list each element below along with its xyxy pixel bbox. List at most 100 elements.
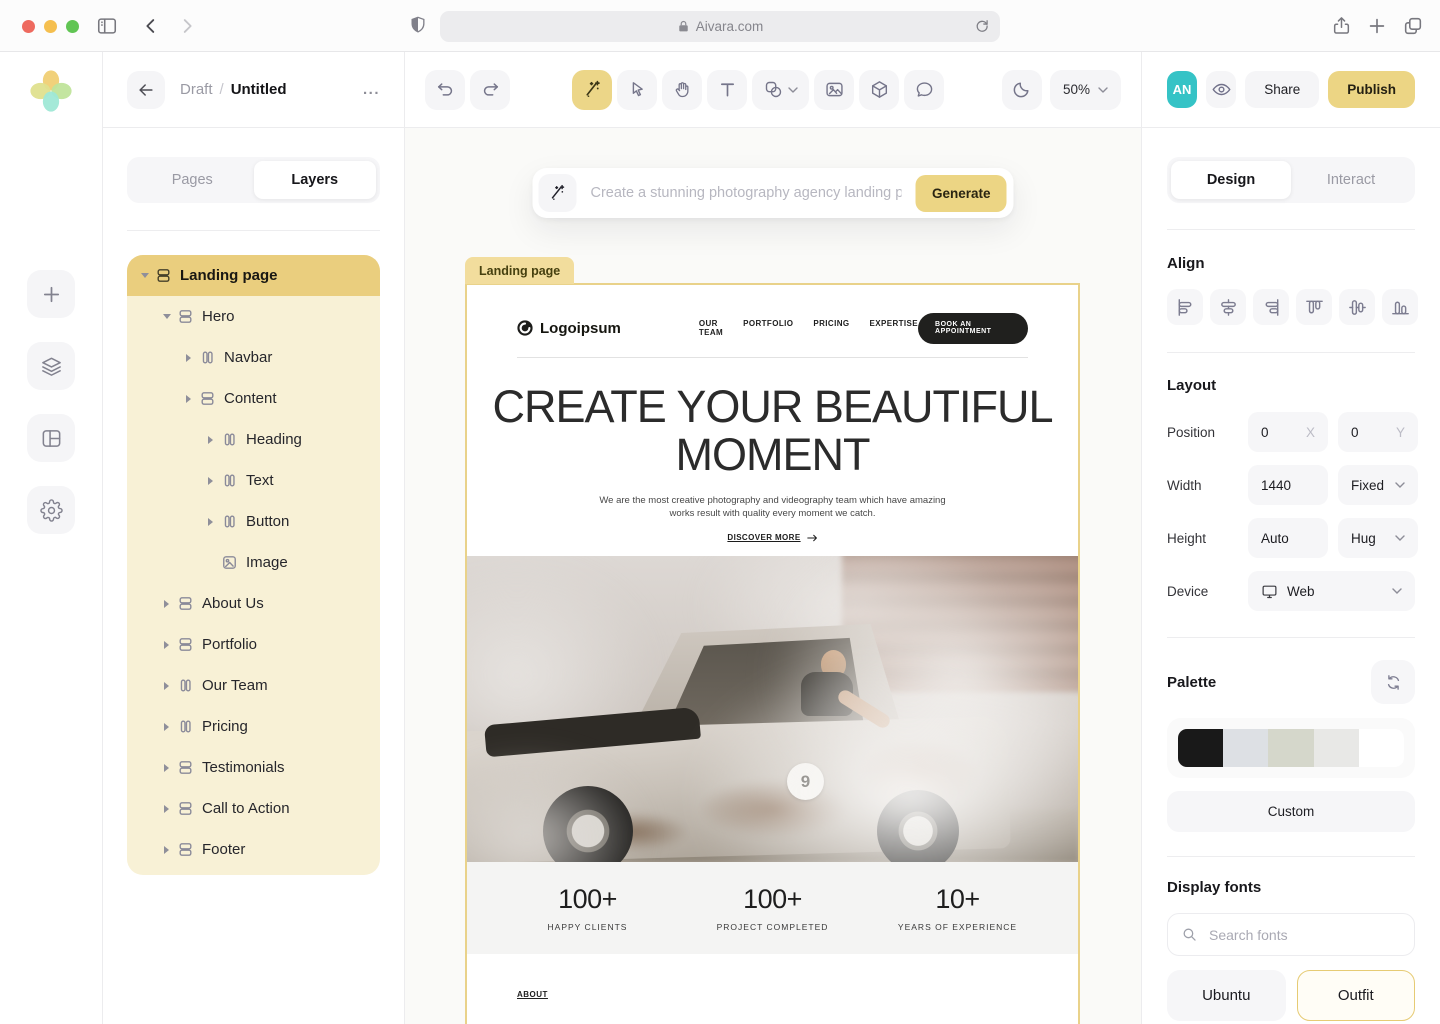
redo-button[interactable] xyxy=(470,70,510,110)
wand-tool-button[interactable] xyxy=(572,70,612,110)
layer-row-image[interactable]: Image xyxy=(127,542,380,583)
caret-right-icon[interactable] xyxy=(203,436,218,444)
height-mode-select[interactable]: Hug xyxy=(1338,518,1418,558)
gear-button[interactable] xyxy=(27,486,75,534)
site-nav-our-team[interactable]: OUR TEAM xyxy=(699,319,723,337)
height-field[interactable]: Auto xyxy=(1248,518,1328,558)
palette-swatch-4[interactable] xyxy=(1314,729,1359,767)
layer-row-call-to-action[interactable]: Call to Action xyxy=(127,788,380,829)
custom-palette-button[interactable]: Custom xyxy=(1167,791,1415,832)
refresh-palette-button[interactable] xyxy=(1371,660,1415,704)
align-bottom-button[interactable] xyxy=(1382,289,1418,325)
undo-button[interactable] xyxy=(425,70,465,110)
font-option-ubuntu[interactable]: Ubuntu xyxy=(1167,970,1286,1021)
preview-eye-button[interactable] xyxy=(1206,71,1236,108)
layer-row-button[interactable]: Button xyxy=(127,501,380,542)
dark-mode-button[interactable] xyxy=(1002,70,1042,110)
font-search-input[interactable] xyxy=(1207,926,1401,944)
app-logo-icon[interactable] xyxy=(28,68,74,114)
generate-button[interactable]: Generate xyxy=(916,175,1007,212)
tab-design[interactable]: Design xyxy=(1171,161,1291,199)
layout-grid-button[interactable] xyxy=(27,414,75,462)
palette-strip[interactable] xyxy=(1167,718,1415,778)
layer-row-portfolio[interactable]: Portfolio xyxy=(127,624,380,665)
minimize-window-button[interactable] xyxy=(44,20,57,33)
prompt-input[interactable] xyxy=(577,185,916,201)
zoom-level-dropdown[interactable]: 50% xyxy=(1050,70,1121,110)
layer-row-hero[interactable]: Hero xyxy=(127,296,380,337)
caret-right-icon[interactable] xyxy=(159,805,174,813)
caret-right-icon[interactable] xyxy=(159,641,174,649)
layer-row-heading[interactable]: Heading xyxy=(127,419,380,460)
maximize-window-button[interactable] xyxy=(66,20,79,33)
device-select[interactable]: Web xyxy=(1248,571,1415,611)
window-controls[interactable] xyxy=(22,20,79,33)
back-icon[interactable] xyxy=(140,15,162,37)
font-search[interactable] xyxy=(1167,913,1415,956)
align-left-button[interactable] xyxy=(1167,289,1203,325)
share-button[interactable]: Share xyxy=(1245,71,1319,108)
caret-right-icon[interactable] xyxy=(181,395,196,403)
site-discover-link[interactable]: DISCOVER MORE xyxy=(467,533,1078,542)
hand-tool-button[interactable] xyxy=(662,70,702,110)
address-bar[interactable]: Aivara.com xyxy=(440,11,1000,42)
layers-button[interactable] xyxy=(27,342,75,390)
palette-swatch-2[interactable] xyxy=(1223,729,1268,767)
browser-share-icon[interactable] xyxy=(1331,15,1352,37)
forward-icon[interactable] xyxy=(176,15,198,37)
caret-right-icon[interactable] xyxy=(181,354,196,362)
layer-row-landing-page[interactable]: Landing page xyxy=(127,255,380,296)
cube-tool-button[interactable] xyxy=(859,70,899,110)
align-center-vertical-button[interactable] xyxy=(1339,289,1375,325)
more-menu-icon[interactable]: ... xyxy=(363,81,380,98)
sidebar-toggle-icon[interactable] xyxy=(96,15,118,37)
caret-right-icon[interactable] xyxy=(159,723,174,731)
layer-row-testimonials[interactable]: Testimonials xyxy=(127,747,380,788)
text-tool-button[interactable] xyxy=(707,70,747,110)
publish-button[interactable]: Publish xyxy=(1328,71,1415,108)
caret-down-icon[interactable] xyxy=(137,273,152,278)
caret-right-icon[interactable] xyxy=(159,846,174,854)
caret-down-icon[interactable] xyxy=(159,314,174,319)
frame-label[interactable]: Landing page xyxy=(465,257,574,284)
site-nav-portfolio[interactable]: PORTFOLIO xyxy=(743,319,793,337)
caret-right-icon[interactable] xyxy=(159,764,174,772)
tab-layers[interactable]: Layers xyxy=(254,161,377,199)
align-right-button[interactable] xyxy=(1253,289,1289,325)
layer-row-content[interactable]: Content xyxy=(127,378,380,419)
layer-row-pricing[interactable]: Pricing xyxy=(127,706,380,747)
plus-button[interactable] xyxy=(27,270,75,318)
width-mode-select[interactable]: Fixed xyxy=(1338,465,1418,505)
site-logo[interactable]: Logoipsum xyxy=(517,320,621,337)
tab-pages[interactable]: Pages xyxy=(131,161,254,199)
tab-overview-icon[interactable] xyxy=(1402,15,1424,37)
font-option-outfit[interactable]: Outfit xyxy=(1297,970,1416,1021)
caret-right-icon[interactable] xyxy=(159,600,174,608)
canvas[interactable]: Generate Landing page Logoipsum OUR TEAM… xyxy=(405,128,1141,1024)
back-button[interactable] xyxy=(127,71,165,109)
layer-row-about-us[interactable]: About Us xyxy=(127,583,380,624)
caret-right-icon[interactable] xyxy=(203,518,218,526)
close-window-button[interactable] xyxy=(22,20,35,33)
site-cta-button[interactable]: BOOK AN APPOINTMENT xyxy=(918,313,1028,344)
comment-tool-button[interactable] xyxy=(904,70,944,110)
width-field[interactable]: 1440 xyxy=(1248,465,1328,505)
shapes-tool-button[interactable] xyxy=(752,70,809,110)
privacy-shield-icon[interactable] xyxy=(408,14,428,36)
palette-swatch-1[interactable] xyxy=(1178,729,1223,767)
layer-row-text[interactable]: Text xyxy=(127,460,380,501)
palette-swatch-3[interactable] xyxy=(1268,729,1313,767)
breadcrumb-draft[interactable]: Draft xyxy=(180,81,213,98)
align-top-button[interactable] xyxy=(1296,289,1332,325)
cursor-tool-button[interactable] xyxy=(617,70,657,110)
caret-right-icon[interactable] xyxy=(203,477,218,485)
position-y-field[interactable]: 0 Y xyxy=(1338,412,1418,452)
layer-row-footer[interactable]: Footer xyxy=(127,829,380,870)
site-frame[interactable]: Logoipsum OUR TEAMPORTFOLIOPRICINGEXPERT… xyxy=(465,283,1080,1024)
site-nav-pricing[interactable]: PRICING xyxy=(813,319,849,337)
layer-row-our-team[interactable]: Our Team xyxy=(127,665,380,706)
avatar[interactable]: AN xyxy=(1167,71,1197,108)
image-tool-button[interactable] xyxy=(814,70,854,110)
position-x-field[interactable]: 0 X xyxy=(1248,412,1328,452)
reload-icon[interactable] xyxy=(973,17,991,35)
